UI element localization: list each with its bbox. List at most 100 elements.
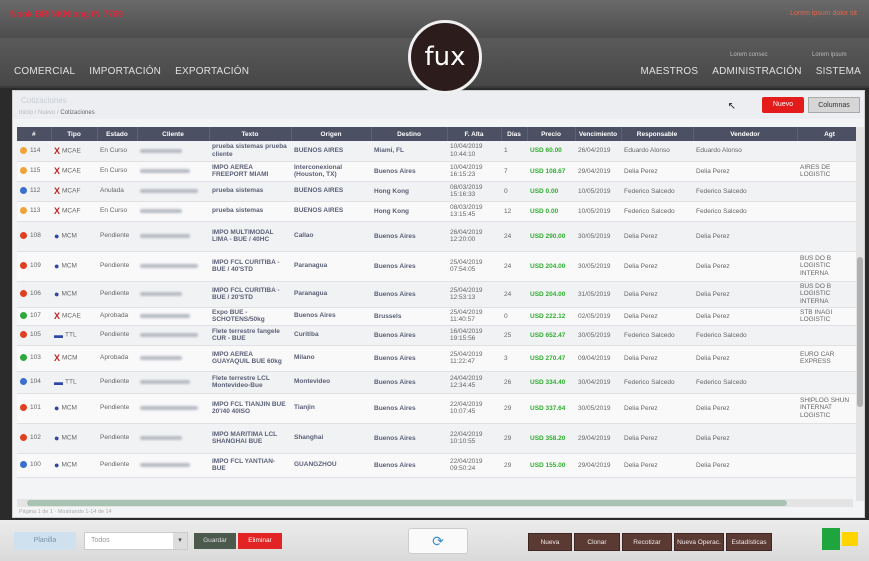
fecha-cell: 24/04/2019 12:34:45 (447, 371, 501, 394)
type-code: MCM (61, 290, 77, 298)
column-header[interactable]: Vencimiento (575, 127, 622, 141)
dias-cell: 24 (501, 221, 527, 252)
column-header[interactable]: F. Alta (447, 127, 502, 141)
nav-administracion[interactable]: ADMINISTRACIÓN (712, 66, 801, 77)
table-row[interactable]: 100 ● MCM Pendiente IMPO FCL YANTIAN-BUE GUAN… (17, 453, 862, 478)
column-header[interactable]: Destino (371, 127, 448, 141)
client-cell (137, 281, 209, 308)
table-row[interactable]: 109 ● MCM Pendiente IMPO FCL CURITIBA - BUE … (17, 251, 862, 282)
row-id: 104 (30, 378, 41, 386)
vencimiento-cell: 30/05/2019 (575, 221, 621, 252)
planilla-tab[interactable]: Planilla (14, 532, 76, 550)
nav-importacion[interactable]: IMPORTACIÓN (89, 66, 161, 77)
transport-type-icon: ● (54, 261, 60, 271)
table-row[interactable]: 102 ● MCM Pendiente IMPO MARITIMA LCL SHANGH… (17, 423, 862, 454)
column-header[interactable]: Tipo (51, 127, 98, 141)
export-folder-icon[interactable] (842, 532, 858, 546)
fux-logo[interactable]: fux (408, 20, 482, 94)
agente-cell (797, 325, 862, 346)
precio-cell: USD 0.00 (527, 181, 575, 202)
dias-cell: 29 (501, 393, 527, 424)
vendedor-cell: Delia Perez (693, 251, 797, 282)
columns-button[interactable]: Columnas (808, 97, 860, 113)
excel-export-icon[interactable] (822, 528, 840, 550)
table-row[interactable]: 112 X MCAF Anulada prueba sistemas BUENOS AIR… (17, 181, 862, 202)
row-id-cell: 108 (17, 221, 51, 252)
new-button[interactable]: Nueva (528, 533, 572, 551)
vertical-scroll-thumb[interactable] (857, 257, 863, 407)
new-operation-button[interactable]: Nueva Operac. (674, 533, 724, 551)
refresh-icon[interactable]: ⟳ (408, 528, 468, 554)
type-code: MCM (61, 434, 77, 442)
fecha-cell: 22/04/2019 10:10:55 (447, 423, 501, 454)
fecha-cell: 16/04/2019 19:15:56 (447, 325, 501, 346)
breadcrumb-prefix[interactable]: Inicio / Nuevo / (19, 110, 59, 116)
vencimiento-cell: 29/04/2019 (575, 423, 621, 454)
table-row[interactable]: 103 X MCM Aprobada IMPO AEREA GUAYAQUIL BUE … (17, 345, 862, 372)
save-button[interactable]: Guardar (194, 533, 236, 549)
table-row[interactable]: 106 ● MCM Pendiente IMPO FCL CURITIBA - BUE … (17, 281, 862, 308)
vendedor-cell: Delia Perez (693, 161, 797, 182)
column-header[interactable]: # (17, 127, 52, 141)
column-header[interactable]: Texto (209, 127, 292, 141)
table-row[interactable]: 115 X MCAE En Curso IMPO AEREA FREEPORT MIAM… (17, 161, 862, 182)
status-dot-icon (20, 434, 27, 442)
table-row[interactable]: 114 X MCAE En Curso prueba sistemas prueba c… (17, 141, 862, 162)
status-dot-icon (20, 207, 27, 215)
precio-cell: USD 334.40 (527, 371, 575, 394)
type-code: MCAE (62, 167, 81, 175)
statistics-button[interactable]: Estadísticas (726, 533, 772, 551)
type-code: MCM (62, 354, 78, 362)
status-dot-icon (20, 167, 27, 175)
vencimiento-cell: 10/05/2019 (575, 181, 621, 202)
vertical-scrollbar[interactable] (856, 127, 864, 501)
clone-button[interactable]: Clonar (574, 533, 620, 551)
user-info[interactable]: Lorem ipsum dolor sit (790, 10, 857, 17)
nav-maestros[interactable]: MAESTROS (641, 66, 699, 77)
table-row[interactable]: 101 ● MCM Pendiente IMPO FCL TIANJIN BUE 20'… (17, 393, 862, 424)
destino-cell: Buenos Aires (371, 281, 447, 308)
blurred-client-name (140, 233, 190, 238)
type-cell: ● MCM (51, 453, 97, 478)
transport-type-icon: ▬ (54, 330, 63, 340)
column-header[interactable]: Agt (797, 127, 862, 141)
table-row[interactable]: 105 ▬ TTL Pendiente Flete terrestre fangele … (17, 325, 862, 346)
horizontal-scroll-thumb[interactable] (27, 500, 787, 506)
nav-exportacion[interactable]: EXPORTACIÓN (175, 66, 249, 77)
column-header[interactable]: Estado (97, 127, 138, 141)
row-id-cell: 113 (17, 201, 51, 222)
precio-cell: USD 270.47 (527, 345, 575, 372)
transport-type-icon: ● (54, 403, 60, 413)
table-row[interactable]: 108 ● MCM Pendiente IMPO MULTIMODAL LIMA - B… (17, 221, 862, 252)
transport-type-icon: X (54, 353, 61, 363)
client-cell (137, 141, 209, 162)
new-quote-button[interactable]: Nuevo (762, 97, 804, 113)
table-body: 114 X MCAE En Curso prueba sistemas prueba c… (17, 141, 862, 478)
column-header[interactable]: Responsable (621, 127, 694, 141)
column-header[interactable]: Cliente (137, 127, 210, 141)
dias-cell: 29 (501, 423, 527, 454)
type-cell: ● MCM (51, 221, 97, 252)
row-id: 103 (30, 354, 41, 362)
filter-select[interactable]: Todos ▾ (84, 532, 188, 550)
delete-button[interactable]: Eliminar (238, 533, 282, 549)
column-header[interactable]: Días (501, 127, 528, 141)
dias-cell: 24 (501, 281, 527, 308)
table-row[interactable]: 113 X MCAF En Curso prueba sistemas BUENOS AI… (17, 201, 862, 222)
responsable-cell: Delia Perez (621, 393, 693, 424)
column-header[interactable]: Vendedor (693, 127, 798, 141)
column-header[interactable]: Precio (527, 127, 576, 141)
requote-button[interactable]: Recotizar (622, 533, 672, 551)
responsable-cell: Delia Perez (621, 251, 693, 282)
chevron-down-icon[interactable]: ▾ (173, 533, 187, 549)
texto-cell: IMPO AEREA FREEPORT MIAMI (209, 161, 291, 182)
table-row[interactable]: 107 X MCAE Aprobada Expo BUE - SCHOTENS/50kg… (17, 307, 862, 326)
horizontal-scrollbar[interactable] (17, 499, 853, 507)
blurred-client-name (140, 379, 190, 384)
table-row[interactable]: 104 ▬ TTL Pendiente Flete terrestre LCL Mont… (17, 371, 862, 394)
type-code: MCM (61, 232, 77, 240)
nav-sistema[interactable]: SISTEMA (816, 66, 861, 77)
column-header[interactable]: Origen (291, 127, 372, 141)
nav-comercial[interactable]: COMERCIAL (14, 66, 75, 77)
origen-cell: BUENOS AIRES (291, 141, 371, 162)
